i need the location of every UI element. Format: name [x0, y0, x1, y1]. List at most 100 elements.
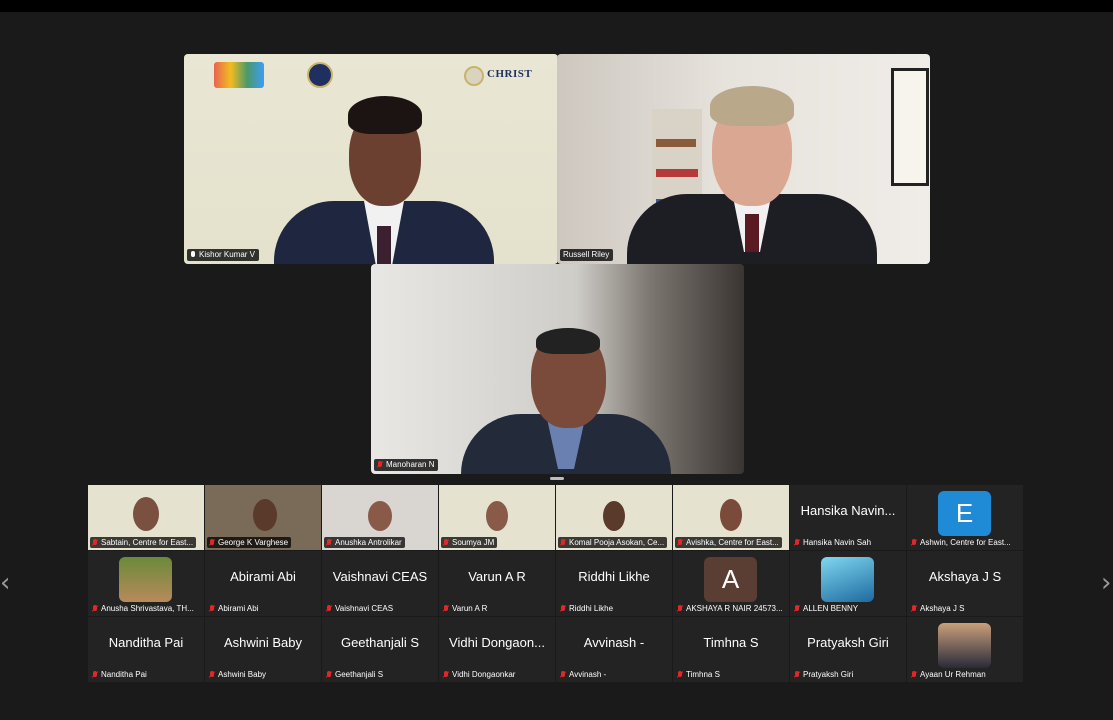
- participant-name: Abirami Abi: [218, 604, 259, 613]
- participant-name: Avvinash -: [569, 670, 607, 679]
- person-kishor: [264, 66, 504, 264]
- participant-tile[interactable]: Varun A R Varun A R: [439, 551, 555, 616]
- participant-tile[interactable]: Anusha Shrivastava, TH...: [88, 551, 204, 616]
- participant-tile[interactable]: Anushka Antrolikar: [322, 485, 438, 550]
- participant-name: Nanditha Pai: [101, 670, 147, 679]
- speaker-name-tag: Manoharan N: [374, 459, 439, 471]
- participant-name-tag: Ashwin, Centre for East...: [909, 537, 1014, 548]
- participant-name: Varun A R: [452, 604, 488, 613]
- participant-tile[interactable]: Soumya JM: [439, 485, 555, 550]
- avatar: [119, 557, 172, 602]
- participant-name: Komal Pooja Asokan, Ce...: [569, 538, 665, 547]
- mic-muted-icon: [209, 670, 215, 679]
- participant-name: George K Varghese: [218, 538, 289, 547]
- mic-icon: [190, 251, 196, 259]
- participant-tile[interactable]: E Ashwin, Centre for East...: [907, 485, 1023, 550]
- participant-tile[interactable]: Avishka, Centre for East...: [673, 485, 789, 550]
- participant-name-tag: Nanditha Pai: [90, 669, 150, 680]
- resize-handle[interactable]: [550, 477, 564, 480]
- participant-name-tag: Riddhi Likhe: [558, 603, 616, 614]
- participant-name: Ayaan Ur Rehman: [920, 670, 986, 679]
- person-manoharan: [451, 304, 681, 474]
- participant-name-tag: ALLEN BENNY: [792, 603, 861, 614]
- mic-muted-icon: [209, 538, 215, 547]
- participant-tile[interactable]: ALLEN BENNY: [790, 551, 906, 616]
- participant-display-name: Timhna S: [703, 635, 759, 650]
- participant-tile[interactable]: Akshaya J S Akshaya J S: [907, 551, 1023, 616]
- participant-tile[interactable]: Pratyaksh Giri Pratyaksh Giri: [790, 617, 906, 682]
- ceas-logo: [214, 62, 264, 88]
- participant-display-name: Akshaya J S: [928, 569, 1002, 584]
- participant-tile[interactable]: Hansika Navin... Hansika Navin Sah: [790, 485, 906, 550]
- participant-display-name: Ashwini Baby: [223, 635, 303, 650]
- participant-tile[interactable]: Nanditha Pai Nanditha Pai: [88, 617, 204, 682]
- mic-muted-icon: [794, 538, 800, 547]
- participant-name-tag: Vidhi Dongaonkar: [441, 669, 518, 680]
- participant-name: Sabtain, Centre for East...: [101, 538, 194, 547]
- participant-name: Riddhi Likhe: [569, 604, 614, 613]
- mic-muted-icon: [677, 604, 683, 613]
- participant-name: Anushka Antrolikar: [335, 538, 402, 547]
- participant-tile[interactable]: Abirami Abi Abirami Abi: [205, 551, 321, 616]
- mic-muted-icon: [677, 538, 683, 547]
- participant-tile[interactable]: Vaishnavi CEAS Vaishnavi CEAS: [322, 551, 438, 616]
- participant-name-tag: Avvinash -: [558, 669, 609, 680]
- participant-display-name: Hansika Navin...: [800, 503, 896, 518]
- participant-name: Avishka, Centre for East...: [686, 538, 779, 547]
- mic-muted-icon: [794, 670, 800, 679]
- participant-name-tag: Pratyaksh Giri: [792, 669, 856, 680]
- participant-name-tag: George K Varghese: [207, 537, 292, 548]
- mic-muted-icon: [92, 604, 98, 613]
- participant-video: [720, 499, 742, 531]
- mic-muted-icon: [377, 461, 383, 469]
- participant-video: [486, 501, 508, 531]
- participant-name: Ashwini Baby: [218, 670, 267, 679]
- participant-tile[interactable]: Riddhi Likhe Riddhi Likhe: [556, 551, 672, 616]
- participant-display-name: Riddhi Likhe: [578, 569, 650, 584]
- mic-muted-icon: [911, 670, 917, 679]
- participant-display-name: Nanditha Pai: [108, 635, 184, 650]
- participant-tile[interactable]: A AKSHAYA R NAIR 24573...: [673, 551, 789, 616]
- participant-display-name: Geethanjali S: [340, 635, 420, 650]
- participant-name: AKSHAYA R NAIR 24573...: [686, 604, 783, 613]
- participant-name: Soumya JM: [452, 538, 495, 547]
- gallery-prev-button[interactable]: ‹: [0, 568, 10, 598]
- avatar-letter: E: [955, 498, 974, 528]
- participant-gallery: Sabtain, Centre for East... George K Var…: [88, 485, 1026, 683]
- participant-display-name: Vaishnavi CEAS: [332, 569, 428, 584]
- participant-tile[interactable]: George K Varghese: [205, 485, 321, 550]
- participant-name-tag: Geethanjali S: [324, 669, 386, 680]
- mic-muted-icon: [92, 538, 98, 547]
- speaker-name-tag: Kishor Kumar V: [187, 249, 260, 261]
- mic-muted-icon: [677, 670, 683, 679]
- speaker-tile-kishor[interactable]: CHRIST Kishor Kumar V: [184, 54, 558, 264]
- speaker-name: Manoharan N: [386, 460, 435, 469]
- participant-name: Vidhi Dongaonkar: [452, 670, 516, 679]
- participant-name-tag: Anusha Shrivastava, TH...: [90, 603, 197, 614]
- participant-tile[interactable]: Geethanjali S Geethanjali S: [322, 617, 438, 682]
- speaker-name-tag: Russell Riley: [560, 249, 614, 261]
- speaker-tile-russell[interactable]: Russell Riley: [557, 54, 930, 264]
- participant-display-name: Varun A R: [468, 569, 526, 584]
- mic-muted-icon: [911, 604, 917, 613]
- mic-muted-icon: [443, 538, 449, 547]
- participant-tile[interactable]: Ashwini Baby Ashwini Baby: [205, 617, 321, 682]
- participant-name: Timhna S: [686, 670, 720, 679]
- avatar: [821, 557, 874, 602]
- participant-tile[interactable]: Timhna S Timhna S: [673, 617, 789, 682]
- avatar: E: [938, 491, 991, 536]
- participant-name-tag: AKSHAYA R NAIR 24573...: [675, 603, 786, 614]
- participant-tile[interactable]: Komal Pooja Asokan, Ce...: [556, 485, 672, 550]
- participant-name: Ashwin, Centre for East...: [920, 538, 1011, 547]
- participant-name: Pratyaksh Giri: [803, 670, 854, 679]
- gallery-next-button[interactable]: ›: [1101, 568, 1111, 598]
- mic-muted-icon: [326, 604, 332, 613]
- participant-tile[interactable]: Sabtain, Centre for East...: [88, 485, 204, 550]
- mic-muted-icon: [326, 670, 332, 679]
- participant-tile[interactable]: Vidhi Dongaon... Vidhi Dongaonkar: [439, 617, 555, 682]
- participant-name: Hansika Navin Sah: [803, 538, 872, 547]
- speaker-tile-manoharan[interactable]: Manoharan N: [371, 264, 744, 474]
- participant-tile[interactable]: Ayaan Ur Rehman: [907, 617, 1023, 682]
- participant-tile[interactable]: Avvinash - Avvinash -: [556, 617, 672, 682]
- person-russell: [607, 74, 897, 264]
